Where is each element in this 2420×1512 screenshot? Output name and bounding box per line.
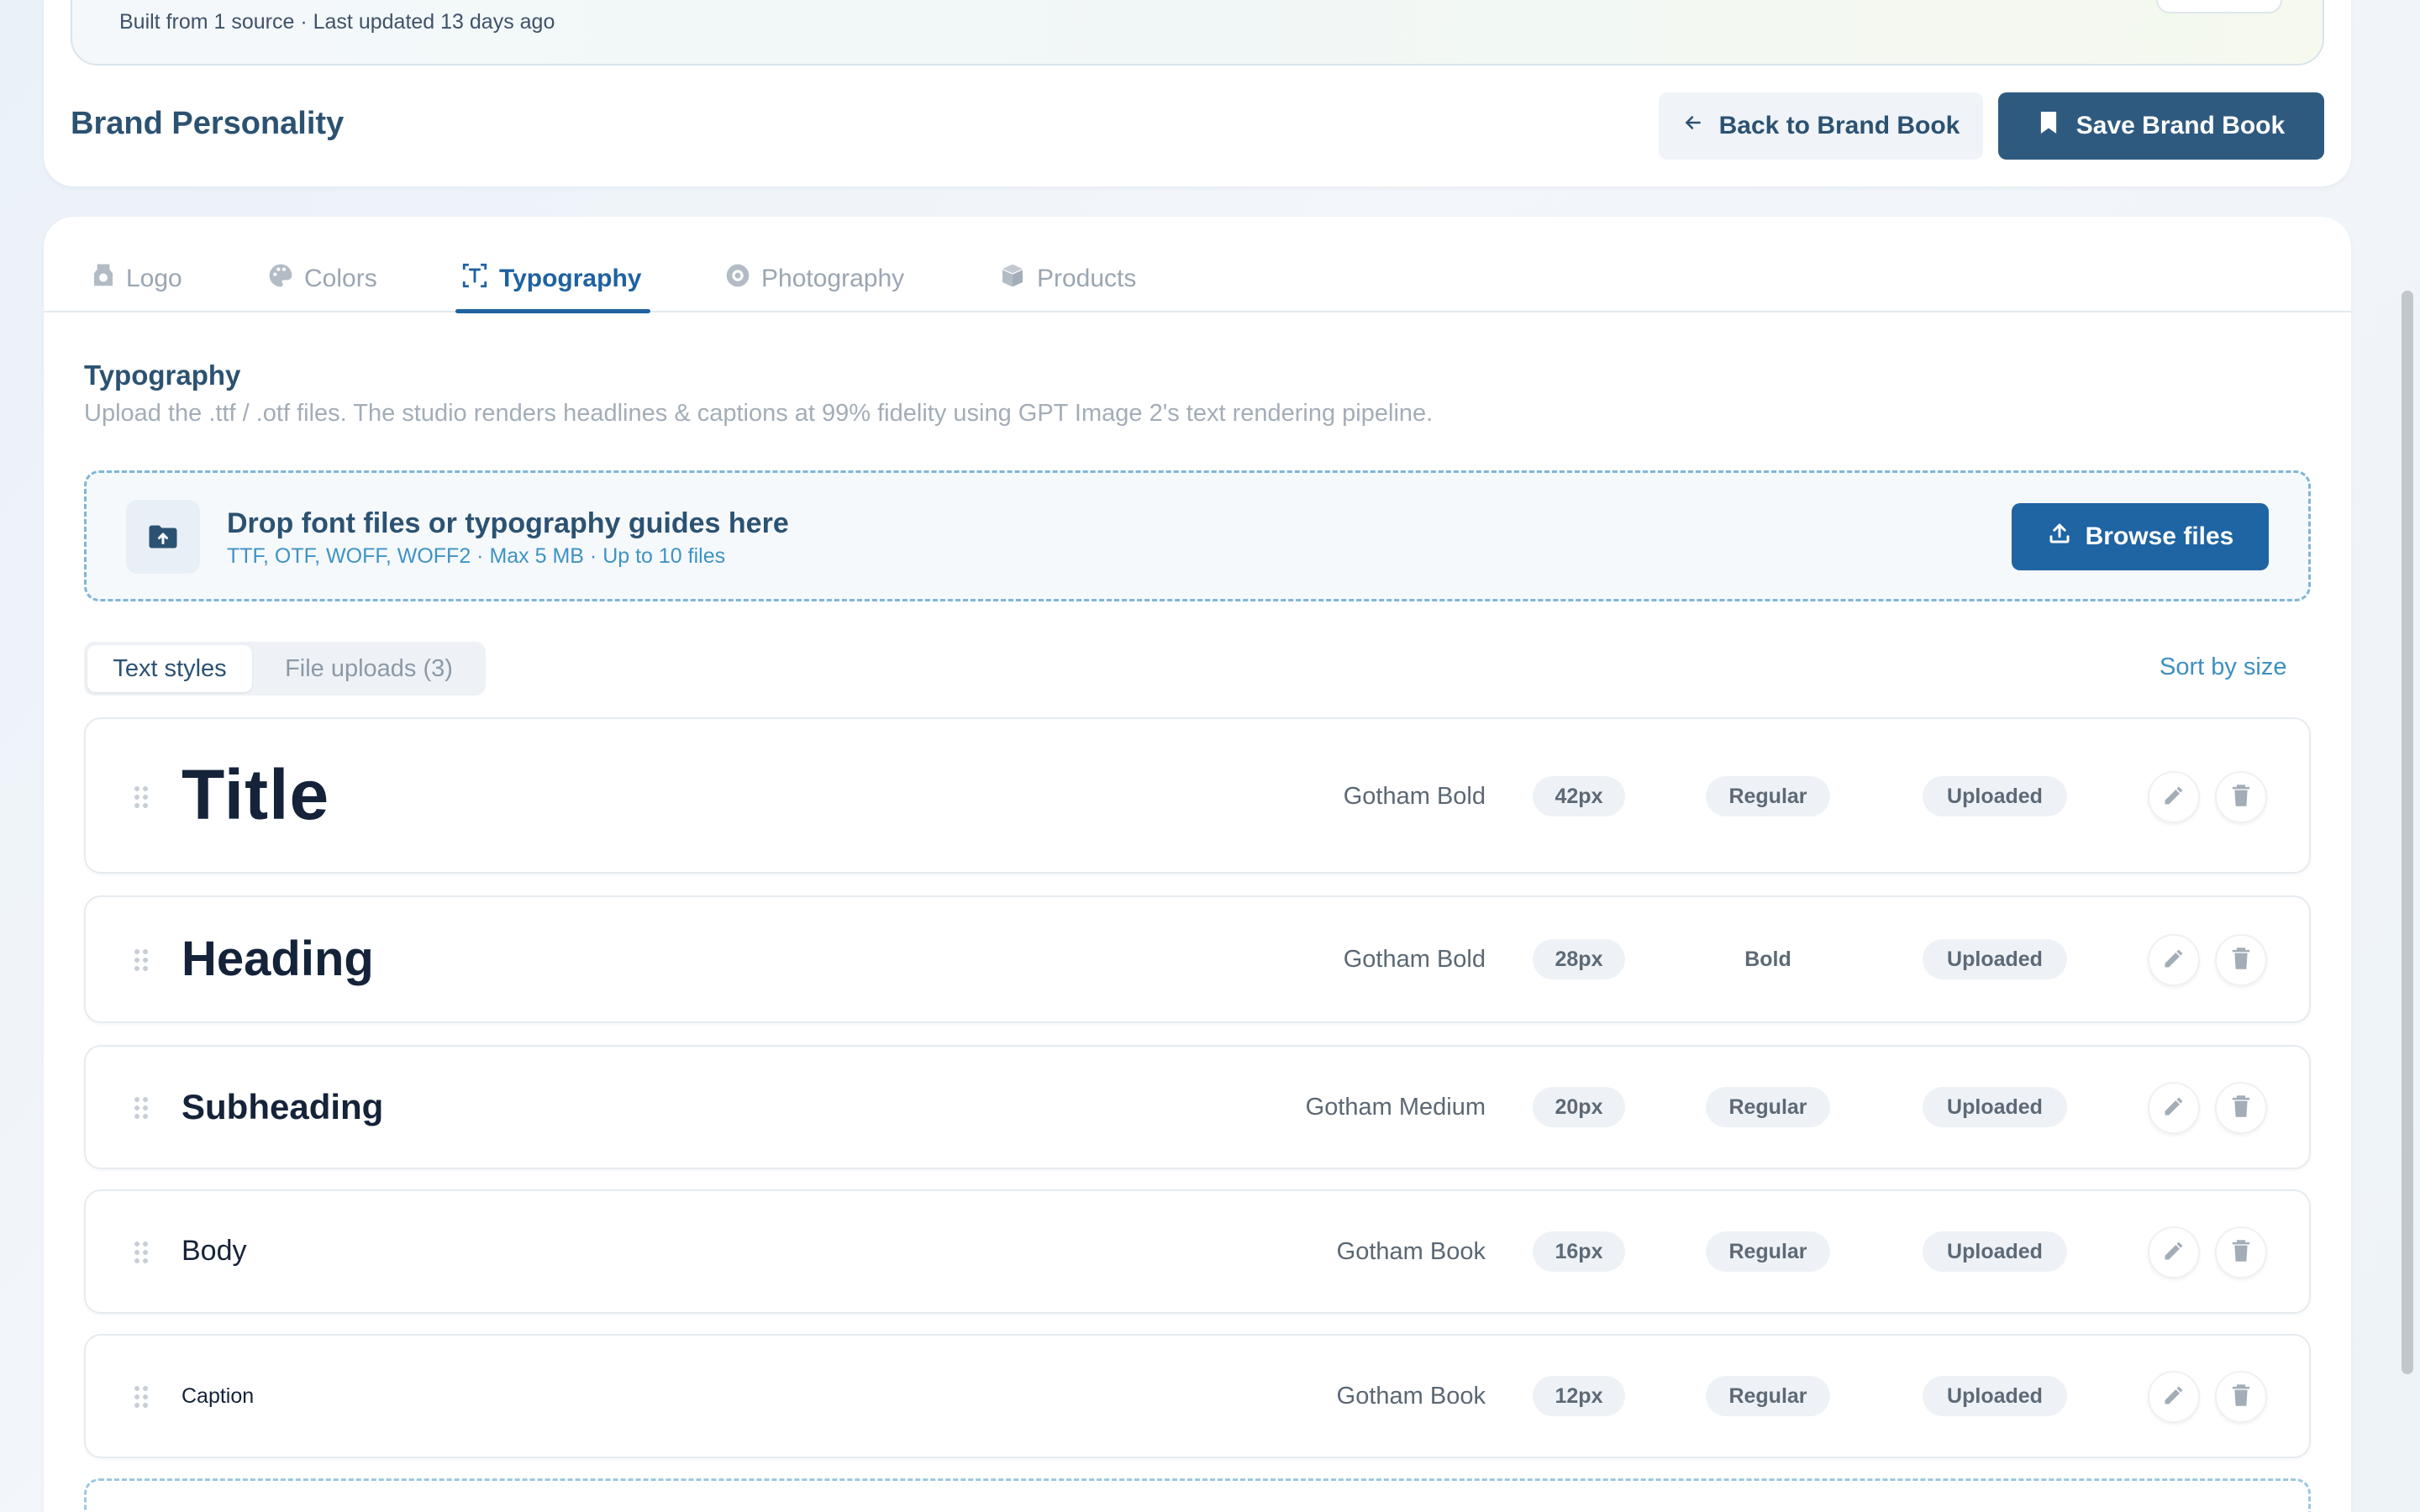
drag-handle-icon[interactable] <box>134 949 148 971</box>
status-badge: Uploaded <box>1923 1231 2067 1272</box>
tab-label: Photography <box>761 265 905 292</box>
edit-button[interactable] <box>2148 1226 2200 1278</box>
page: Built from 1 source · Last updated 13 da… <box>0 0 2420 1512</box>
tab-photography[interactable]: Photography <box>724 244 904 314</box>
tab-logo[interactable]: Logo <box>91 244 182 314</box>
size-badge: 12px <box>1533 1376 1625 1416</box>
tab-file-uploads[interactable]: File uploads (3) <box>257 645 481 692</box>
trash-icon <box>2230 1239 2252 1267</box>
tab-text-styles[interactable]: Text styles <box>87 645 252 692</box>
tab-colors[interactable]: Colors <box>267 244 377 314</box>
pencil-icon <box>2162 1383 2186 1411</box>
sort-by-size-link[interactable]: Sort by size <box>2160 654 2287 681</box>
scrollbar-thumb[interactable] <box>2402 291 2413 1374</box>
save-brand-book-button[interactable]: Save Brand Book <box>1998 92 2324 160</box>
tab-label: Typography <box>499 265 642 292</box>
status-badge: Uploaded <box>1923 939 2067 979</box>
style-sample-heading: Heading <box>182 932 374 986</box>
font-name: Gotham Book <box>1336 1238 1486 1265</box>
typography-heading: Typography <box>84 360 241 391</box>
delete-button[interactable] <box>2215 1371 2267 1423</box>
status-badge: Uploaded <box>1923 776 2067 816</box>
pencil-icon <box>2162 1095 2186 1122</box>
page-title: Brand Personality <box>71 106 345 141</box>
edit-button[interactable] <box>2148 1371 2200 1423</box>
weight-badge: Regular <box>1706 1376 1830 1416</box>
font-name: Gotham Medium <box>1305 1094 1486 1121</box>
font-name: Gotham Bold <box>1343 946 1486 973</box>
size-badge: 28px <box>1533 939 1625 979</box>
back-button-label: Back to Brand Book <box>1718 112 1960 139</box>
drag-handle-icon[interactable] <box>134 1097 148 1119</box>
banner-action-button[interactable] <box>2156 0 2282 13</box>
arrow-left-icon <box>1682 112 1704 140</box>
weight-badge: Regular <box>1706 1231 1830 1272</box>
style-sample-body: Body <box>182 1235 247 1267</box>
drag-handle-icon[interactable] <box>134 1242 148 1263</box>
tab-divider <box>44 311 2351 312</box>
browse-button-label: Browse files <box>2085 522 2234 550</box>
delete-button[interactable] <box>2215 934 2267 986</box>
trash-icon <box>2230 784 2252 811</box>
edit-button[interactable] <box>2148 771 2200 823</box>
dropzone-constraints: TTF, OTF, WOFF, WOFF2 · Max 5 MB · Up to… <box>227 544 726 568</box>
back-to-brand-book-button[interactable]: Back to Brand Book <box>1659 92 1983 160</box>
upload-icon <box>2047 521 2072 553</box>
font-name: Gotham Book <box>1336 1383 1486 1410</box>
tab-label: Products <box>1037 265 1137 292</box>
save-button-label: Save Brand Book <box>2075 112 2286 139</box>
active-tab-indicator <box>455 309 650 313</box>
tab-products[interactable]: Products <box>998 244 1136 314</box>
trash-icon <box>2230 947 2252 974</box>
bookmark-icon <box>2038 109 2060 143</box>
weight-badge: Regular <box>1706 776 1830 816</box>
text-style-row[interactable]: Caption Gotham Book 12px Regular Uploade… <box>84 1334 2311 1458</box>
pencil-icon <box>2162 947 2186 974</box>
section-tabs: Logo Colors Typography Photography Produ… <box>44 244 2351 314</box>
logo-icon <box>91 262 116 296</box>
trash-icon <box>2230 1383 2252 1411</box>
size-badge: 16px <box>1533 1231 1625 1272</box>
typography-description: Upload the .ttf / .otf files. The studio… <box>84 400 1434 427</box>
delete-button[interactable] <box>2215 1226 2267 1278</box>
weight-badge: Regular <box>1706 1087 1830 1127</box>
size-badge: 42px <box>1533 776 1625 816</box>
dropzone-title: Drop font files or typography guides her… <box>227 507 789 539</box>
drag-handle-icon[interactable] <box>134 1386 148 1408</box>
status-badge: Uploaded <box>1923 1087 2067 1127</box>
trash-icon <box>2230 1095 2252 1122</box>
build-meta-text: Built from 1 source · Last updated 13 da… <box>119 10 555 34</box>
typography-icon <box>460 261 489 297</box>
folder-upload-icon <box>126 500 200 574</box>
add-style-dropzone[interactable] <box>84 1478 2311 1512</box>
weight-badge: Bold <box>1744 947 1791 971</box>
pencil-icon <box>2162 1239 2186 1267</box>
status-badge: Uploaded <box>1923 1376 2067 1416</box>
edit-button[interactable] <box>2148 1082 2200 1134</box>
text-style-row[interactable]: Body Gotham Book 16px Regular Uploaded <box>84 1189 2311 1314</box>
box-icon <box>998 262 1027 296</box>
font-name: Gotham Bold <box>1343 783 1486 810</box>
style-sample-subheading: Subheading <box>182 1087 384 1126</box>
size-badge: 20px <box>1533 1087 1625 1127</box>
edit-button[interactable] <box>2148 934 2200 986</box>
tab-label: Colors <box>304 265 377 292</box>
palette-icon <box>267 262 294 296</box>
pencil-icon <box>2162 784 2186 811</box>
text-style-row[interactable]: Heading Gotham Bold 28px Bold Uploaded <box>84 895 2311 1023</box>
delete-button[interactable] <box>2215 1082 2267 1134</box>
text-style-row[interactable]: Title Gotham Bold 42px Regular Uploaded <box>84 717 2311 874</box>
view-toggle: Text styles File uploads (3) <box>84 642 486 696</box>
tab-typography[interactable]: Typography <box>460 244 641 314</box>
browse-files-button[interactable]: Browse files <box>2012 503 2269 570</box>
delete-button[interactable] <box>2215 771 2267 823</box>
style-sample-caption: Caption <box>182 1384 255 1408</box>
camera-icon <box>724 262 751 296</box>
style-sample-title: Title <box>182 755 330 834</box>
text-style-row[interactable]: Subheading Gotham Medium 20px Regular Up… <box>84 1045 2311 1169</box>
tab-label: Logo <box>126 265 182 292</box>
drag-handle-icon[interactable] <box>134 786 148 808</box>
